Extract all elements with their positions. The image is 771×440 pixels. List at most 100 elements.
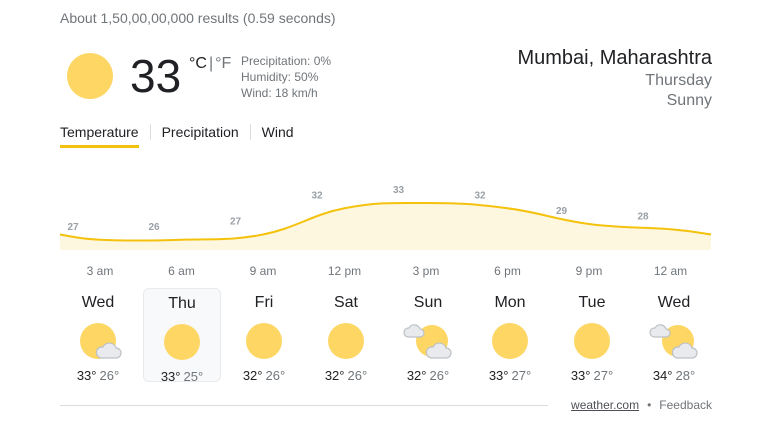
forecast-day-name: Thu [168, 295, 196, 312]
tab-divider [249, 124, 251, 140]
sun-icon [328, 323, 364, 359]
location-condition: Sunny [666, 92, 712, 109]
tab-divider [149, 124, 151, 140]
forecast-low: 28° [675, 368, 696, 383]
location-day: Thursday [645, 72, 712, 89]
forecast-day-thu[interactable]: Thu 33° 25° [143, 288, 221, 385]
forecast-day-name: Wed [657, 294, 691, 311]
forecast-day-name: Tue [578, 294, 606, 311]
sun-icon [67, 53, 113, 99]
forecast-day-name: Fri [254, 294, 274, 311]
forecast-day-name: Sat [333, 294, 358, 311]
forecast-high: 33° [76, 368, 97, 383]
sun-icon [164, 324, 200, 360]
hour-label: 6 pm [494, 264, 521, 278]
partly-cloudy-icon [403, 321, 452, 361]
forecast-high: 32° [406, 368, 427, 383]
partly-sunny-icon [78, 321, 122, 361]
forecast-day-wed[interactable]: Wed 33° 26° [59, 288, 137, 384]
hour-label: 12 am [653, 264, 688, 278]
footer: weather.com • Feedback [571, 398, 712, 412]
partly-cloudy-icon [649, 321, 698, 361]
chart-value-label: 28 [637, 211, 649, 222]
forecast-temps: 32° 26° [307, 368, 385, 384]
temperature-chart: 27 26 27 32 33 32 29 28 [59, 185, 712, 250]
sun-icon [574, 323, 610, 359]
fahrenheit-button[interactable]: °F [215, 55, 231, 72]
hour-label: 9 pm [575, 264, 603, 278]
sun-icon [162, 322, 202, 362]
forecast-high: 33° [160, 369, 181, 384]
forecast-temps: 33° 25° [144, 369, 220, 385]
chart-value-label: 32 [311, 190, 323, 201]
forecast-temps: 34° 28° [635, 368, 713, 384]
hour-label: 3 pm [412, 264, 440, 278]
chart-tabs: Temperature Precipitation Wind [60, 124, 294, 148]
cloud-icon [671, 342, 698, 359]
forecast-low: 27° [593, 368, 614, 383]
forecast-low: 26° [99, 368, 120, 383]
celsius-button[interactable]: °C [189, 55, 207, 72]
cloud-icon [425, 342, 452, 359]
cloud-icon [95, 342, 122, 359]
forecast-day-name: Sun [413, 294, 443, 311]
forecast-temps: 32° 26° [225, 368, 303, 384]
location-city: Mumbai, Maharashtra [517, 47, 712, 69]
cloud-icon [649, 324, 671, 338]
tab-wind[interactable]: Wind [262, 124, 294, 148]
sun-icon [490, 321, 530, 361]
forecast-day-fri[interactable]: Fri 32° 26° [225, 288, 303, 384]
current-temperature: 33 [130, 50, 182, 102]
forecast-temps: 33° 26° [59, 368, 137, 384]
wind-text: Wind: 18 km/h [241, 86, 318, 100]
sun-icon [572, 321, 612, 361]
forecast-high: 34° [652, 368, 673, 383]
source-link[interactable]: weather.com [571, 398, 639, 412]
hour-label: 12 pm [327, 264, 362, 278]
forecast-low: 26° [347, 368, 368, 383]
forecast-low: 25° [183, 369, 204, 384]
chart-value-label: 32 [474, 190, 486, 201]
chart-value-label: 27 [230, 217, 242, 228]
forecast-temps: 33° 27° [471, 368, 549, 384]
unit-toggle: °C | °F [189, 55, 231, 73]
forecast-low: 26° [265, 368, 286, 383]
results-stats: About 1,50,00,00,000 results (0.59 secon… [60, 10, 336, 26]
forecast-day-wed[interactable]: Wed 34° 28° [635, 288, 713, 384]
forecast-high: 32° [242, 368, 263, 383]
forecast-high: 32° [324, 368, 345, 383]
chart-value-label: 33 [393, 185, 405, 196]
forecast-day-mon[interactable]: Mon 33° 27° [471, 288, 549, 384]
cloud-icon [403, 324, 425, 338]
unit-separator: | [208, 55, 214, 72]
forecast-day-sun[interactable]: Sun 32° 26° [389, 288, 467, 384]
hour-label: 3 am [86, 264, 114, 278]
hour-label: 9 am [249, 264, 277, 278]
sun-icon [244, 321, 284, 361]
tab-precipitation[interactable]: Precipitation [162, 124, 239, 148]
sun-icon [492, 323, 528, 359]
chart-value-label: 26 [148, 222, 160, 233]
hour-label: 6 am [168, 264, 195, 278]
forecast-day-tue[interactable]: Tue 33° 27° [553, 288, 631, 384]
feedback-link[interactable]: Feedback [659, 398, 712, 412]
forecast-day-sat[interactable]: Sat 32° 26° [307, 288, 385, 384]
forecast-high: 33° [488, 368, 509, 383]
sun-icon [246, 323, 282, 359]
footer-separator: • [647, 398, 652, 412]
humidity-text: Humidity: 50% [241, 70, 319, 84]
forecast-temps: 32° 26° [389, 368, 467, 384]
weather-details: Precipitation: 0% Humidity: 50% Wind: 18… [241, 53, 331, 101]
forecast-day-name: Wed [81, 294, 115, 311]
location-block: Mumbai, Maharashtra Thursday Sunny [517, 45, 712, 111]
forecast-low: 26° [429, 368, 450, 383]
precipitation-text: Precipitation: 0% [241, 54, 332, 68]
forecast-day-name: Mon [494, 294, 526, 311]
forecast-temps: 33° 27° [553, 368, 631, 384]
forecast-low: 27° [511, 368, 532, 383]
tab-temperature[interactable]: Temperature [60, 124, 139, 148]
chart-value-label: 29 [556, 206, 568, 217]
footer-divider [60, 405, 548, 406]
chart-value-label: 27 [67, 222, 79, 233]
forecast-high: 33° [570, 368, 591, 383]
